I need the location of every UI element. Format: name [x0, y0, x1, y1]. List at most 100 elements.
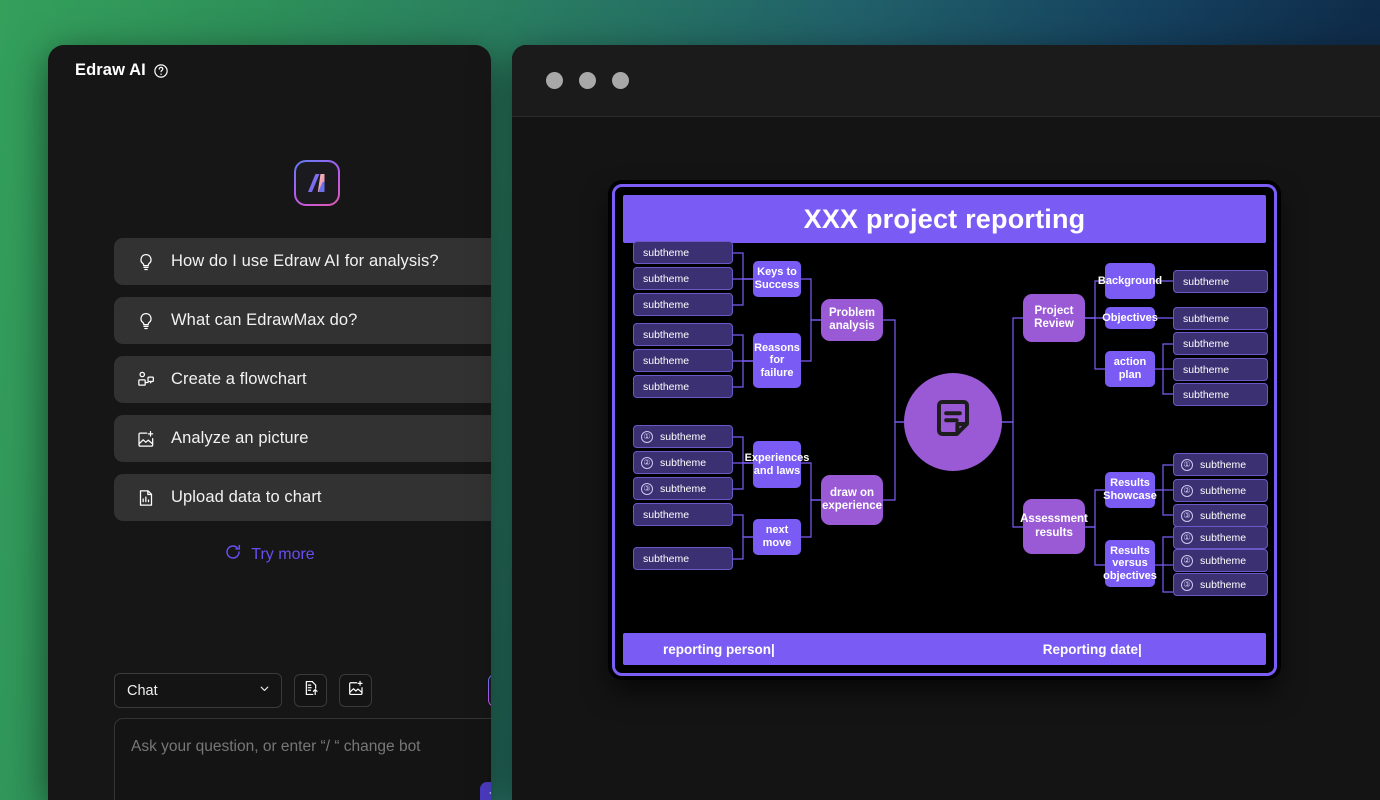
mindmap-leaf[interactable]: subtheme — [633, 323, 733, 346]
maximize-dot[interactable] — [579, 72, 596, 89]
suggestion-item-label: Create a flowchart — [171, 370, 307, 388]
mindmap-leaf[interactable]: subtheme — [633, 547, 733, 570]
branch-label: Keys to Success — [754, 266, 800, 291]
mindmap-parent[interactable]: Problem analysis — [821, 299, 883, 341]
mindmap-parent[interactable]: draw on experience — [821, 475, 883, 525]
reporting-person-label[interactable]: reporting person| — [663, 642, 775, 657]
document-note-icon — [929, 396, 977, 449]
mindmap-leaf[interactable]: ③ subtheme — [633, 477, 733, 500]
mindmap-footer-bar: reporting person| Reporting date| — [623, 633, 1266, 665]
mindmap-leaf[interactable]: subtheme — [1173, 358, 1268, 381]
branch-label: Background — [1097, 274, 1163, 287]
suggestion-list: How do I use Edraw AI for analysis? What… — [114, 238, 491, 533]
mindmap-leaf[interactable]: ① subtheme — [1173, 526, 1268, 549]
mindmap-leaf[interactable]: subtheme — [633, 241, 733, 264]
leaf-label: subtheme — [1200, 531, 1247, 544]
mode-select-value: Chat — [127, 682, 158, 699]
leaf-number: ① — [1181, 531, 1193, 544]
branch-label: Experiences and laws — [744, 451, 810, 477]
clear-chat-button[interactable] — [488, 674, 491, 707]
mindmap-branch[interactable]: Objectives — [1102, 307, 1158, 329]
mindmap-leaf[interactable]: ② subtheme — [1173, 479, 1268, 502]
suggestion-item-3[interactable]: Analyze an picture — [114, 415, 491, 462]
mindmap-leaf[interactable]: subtheme — [633, 503, 733, 526]
suggestion-item-label: Upload data to chart — [171, 488, 322, 506]
try-more-label: Try more — [251, 545, 315, 563]
suggestion-item-0[interactable]: How do I use Edraw AI for analysis? — [114, 238, 491, 285]
leaf-label: subtheme — [1200, 458, 1247, 471]
refresh-icon — [224, 543, 242, 566]
mindmap-leaf[interactable]: ② subtheme — [1173, 549, 1268, 572]
canvas-area: XXX project reporting subtheme subtheme … — [512, 117, 1380, 800]
mode-select[interactable]: Chat — [114, 673, 282, 708]
parent-label: Problem analysis — [828, 306, 875, 332]
mindmap-leaf[interactable]: subtheme — [1173, 270, 1268, 293]
parent-label: draw on experience — [821, 486, 883, 512]
branch-label: Results versus objectives — [1103, 544, 1157, 582]
mindmap-leaf[interactable]: subtheme — [1173, 307, 1268, 330]
branch-label: Objectives — [1102, 311, 1158, 324]
leaf-label: subtheme — [1183, 275, 1230, 288]
leaf-label: subtheme — [643, 354, 690, 367]
leaf-label: subtheme — [643, 380, 690, 393]
mindmap-branch[interactable]: Reasons for failure — [753, 333, 801, 388]
leaf-number: ③ — [1181, 578, 1193, 591]
mindmap-leaf[interactable]: subtheme — [633, 267, 733, 290]
try-more-button[interactable]: Try more — [48, 543, 491, 566]
mindmap-center-node[interactable] — [904, 373, 1002, 471]
suggestion-item-1[interactable]: What can EdrawMax do? — [114, 297, 491, 344]
chat-panel: Edraw AI How do I use Edraw AI for analy… — [48, 45, 491, 800]
mindmap-leaf[interactable]: ③ subtheme — [1173, 504, 1268, 527]
leaf-number: ① — [641, 430, 653, 443]
leaf-label: subtheme — [660, 456, 707, 469]
leaf-label: subtheme — [1200, 484, 1247, 497]
mindmap-leaf[interactable]: subtheme — [1173, 332, 1268, 355]
mindmap-leaf[interactable]: ③ subtheme — [1173, 573, 1268, 596]
composer: Chat Ask your question, or enter “/ “ ch… — [114, 673, 491, 800]
suggestion-item-2[interactable]: Create a flowchart — [114, 356, 491, 403]
mindmap-branch[interactable]: Experiences and laws — [745, 441, 809, 488]
mindmap-branch[interactable]: action plan — [1105, 351, 1155, 387]
mindmap-parent[interactable]: Assessment results — [1020, 499, 1088, 554]
file-upload-icon — [302, 679, 320, 702]
mindmap-branch[interactable]: Results versus objectives — [1103, 540, 1157, 587]
leaf-number: ③ — [641, 482, 653, 495]
mindmap-leaf[interactable]: subtheme — [1173, 383, 1268, 406]
leaf-label: subtheme — [643, 272, 690, 285]
mindmap-leaf[interactable]: subtheme — [633, 349, 733, 372]
image-add-icon — [347, 679, 365, 702]
lightbulb-icon — [136, 252, 156, 272]
branch-label: Results Showcase — [1103, 477, 1157, 502]
window-titlebar — [512, 45, 1380, 117]
leaf-number: ③ — [1181, 509, 1193, 522]
image-add-icon — [136, 429, 156, 449]
suggestion-item-label: Analyze an picture — [171, 429, 309, 447]
mindmap-leaf[interactable]: ② subtheme — [633, 451, 733, 474]
branch-label: next move — [762, 524, 792, 549]
chat-input-box[interactable]: Ask your question, or enter “/ “ change … — [114, 718, 491, 800]
upload-image-button[interactable] — [339, 674, 372, 707]
mindmap-leaf[interactable]: ① subtheme — [633, 425, 733, 448]
mindmap-leaf[interactable]: ① subtheme — [1173, 453, 1268, 476]
mindmap-leaf[interactable]: subtheme — [633, 375, 733, 398]
upload-file-button[interactable] — [294, 674, 327, 707]
question-circle-icon[interactable] — [153, 63, 169, 79]
mindmap-branch[interactable]: Keys to Success — [753, 261, 801, 297]
mindmap-branch[interactable]: Background — [1098, 263, 1162, 299]
mindmap-branch[interactable]: next move — [753, 519, 801, 555]
canvas-window: XXX project reporting subtheme subtheme … — [512, 45, 1380, 800]
leaf-label: subtheme — [1183, 363, 1230, 376]
composer-toolbar: Chat — [114, 673, 491, 708]
leaf-label: subtheme — [643, 298, 690, 311]
chat-header: Edraw AI — [48, 45, 491, 80]
mindmap-branch[interactable]: Results Showcase — [1103, 472, 1157, 508]
send-button[interactable] — [480, 782, 491, 800]
mindmap-leaf[interactable]: subtheme — [633, 293, 733, 316]
leaf-label: subtheme — [1183, 312, 1230, 325]
close-dot[interactable] — [612, 72, 629, 89]
reporting-date-label[interactable]: Reporting date| — [1043, 642, 1142, 657]
mindmap-parent[interactable]: Project Review — [1023, 294, 1085, 342]
suggestion-item-4[interactable]: Upload data to chart — [114, 474, 491, 521]
flowchart-icon — [136, 370, 156, 390]
minimize-dot[interactable] — [546, 72, 563, 89]
